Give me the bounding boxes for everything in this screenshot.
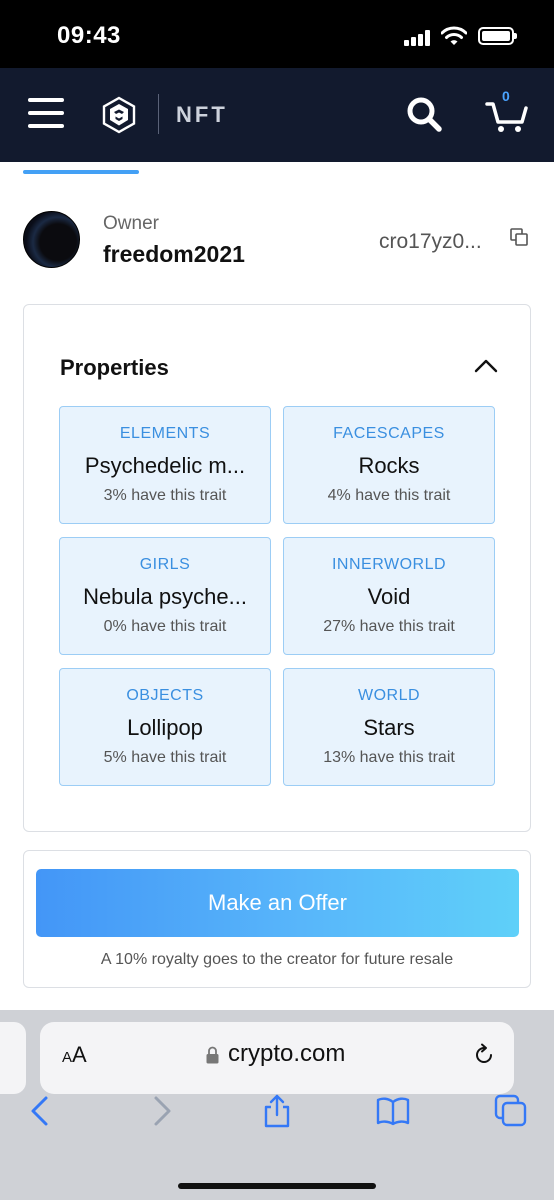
trait-rarity: 5% have this trait: [103, 749, 227, 766]
app-header: NFT 0: [0, 68, 554, 162]
wifi-icon: [441, 26, 467, 45]
battery-icon: [478, 27, 517, 45]
crypto-com-logo[interactable]: [100, 96, 138, 134]
trait-card-elements[interactable]: ELEMENTS Psychedelic m... 3% have this t…: [59, 406, 271, 524]
copy-icon[interactable]: [510, 228, 528, 246]
royalty-note: A 10% royalty goes to the creator for fu…: [100, 951, 454, 968]
hamburger-icon[interactable]: [28, 98, 64, 128]
search-icon[interactable]: [404, 94, 444, 134]
active-tab-indicator: [23, 170, 139, 174]
back-icon[interactable]: [24, 1094, 58, 1128]
offer-card: Make an Offer A 10% royalty goes to the …: [23, 850, 531, 988]
text-size-button[interactable]: AA: [62, 1042, 87, 1068]
trait-category: FACESCAPES: [333, 425, 445, 442]
trait-value: Void: [367, 584, 411, 609]
lock-icon: [206, 1046, 219, 1064]
reload-icon[interactable]: [472, 1043, 496, 1067]
trait-value: Lollipop: [127, 715, 203, 740]
bookmarks-icon[interactable]: [376, 1094, 410, 1128]
cart-button[interactable]: 0: [484, 88, 530, 134]
cellular-signal-icon: [404, 30, 432, 46]
trait-card-girls[interactable]: GIRLS Nebula psyche... 0% have this trai…: [59, 537, 271, 655]
status-time: 09:43: [57, 22, 121, 49]
header-divider: [158, 94, 159, 134]
owner-name[interactable]: freedom2021: [103, 241, 245, 268]
properties-card: Properties ELEMENTS Psychedelic m... 3% …: [23, 304, 531, 832]
home-indicator: [178, 1183, 376, 1189]
trait-category: OBJECTS: [126, 687, 204, 704]
trait-value: Psychedelic m...: [84, 453, 246, 478]
trait-category: ELEMENTS: [119, 425, 211, 442]
status-bar: 09:43: [0, 0, 554, 68]
trait-card-world[interactable]: WORLD Stars 13% have this trait: [283, 668, 495, 786]
owner-label: Owner: [103, 213, 159, 234]
trait-value: Stars: [363, 715, 415, 740]
forward-icon: [154, 1096, 171, 1126]
trait-card-objects[interactable]: OBJECTS Lollipop 5% have this trait: [59, 668, 271, 786]
trait-card-facescapes[interactable]: FACESCAPES Rocks 4% have this trait: [283, 406, 495, 524]
properties-title: Properties: [60, 355, 169, 380]
tabs-icon[interactable]: [494, 1094, 528, 1128]
trait-rarity: 27% have this trait: [323, 618, 455, 635]
trait-rarity: 4% have this trait: [327, 487, 451, 504]
trait-value: Nebula psyche...: [83, 584, 247, 609]
nft-section-label[interactable]: NFT: [176, 102, 228, 128]
share-icon[interactable]: [260, 1094, 294, 1128]
trait-value: Rocks: [358, 453, 420, 478]
owner-address[interactable]: cro17yz0...: [379, 230, 482, 254]
trait-rarity: 0% have this trait: [103, 618, 227, 635]
cart-count-badge: 0: [502, 88, 510, 104]
owner-avatar[interactable]: [23, 211, 80, 268]
trait-category: WORLD: [357, 687, 421, 704]
trait-category: INNERWORLD: [331, 556, 447, 573]
url-text[interactable]: crypto.com: [228, 1040, 345, 1068]
trait-rarity: 3% have this trait: [103, 487, 227, 504]
address-bar[interactable]: AA crypto.com: [40, 1022, 514, 1094]
trait-rarity: 13% have this trait: [323, 749, 455, 766]
make-offer-button[interactable]: Make an Offer: [36, 869, 519, 937]
chevron-up-icon[interactable]: [474, 357, 498, 373]
previous-tab-peek[interactable]: [0, 1022, 26, 1094]
trait-category: GIRLS: [139, 556, 191, 573]
trait-card-innerworld[interactable]: INNERWORLD Void 27% have this trait: [283, 537, 495, 655]
